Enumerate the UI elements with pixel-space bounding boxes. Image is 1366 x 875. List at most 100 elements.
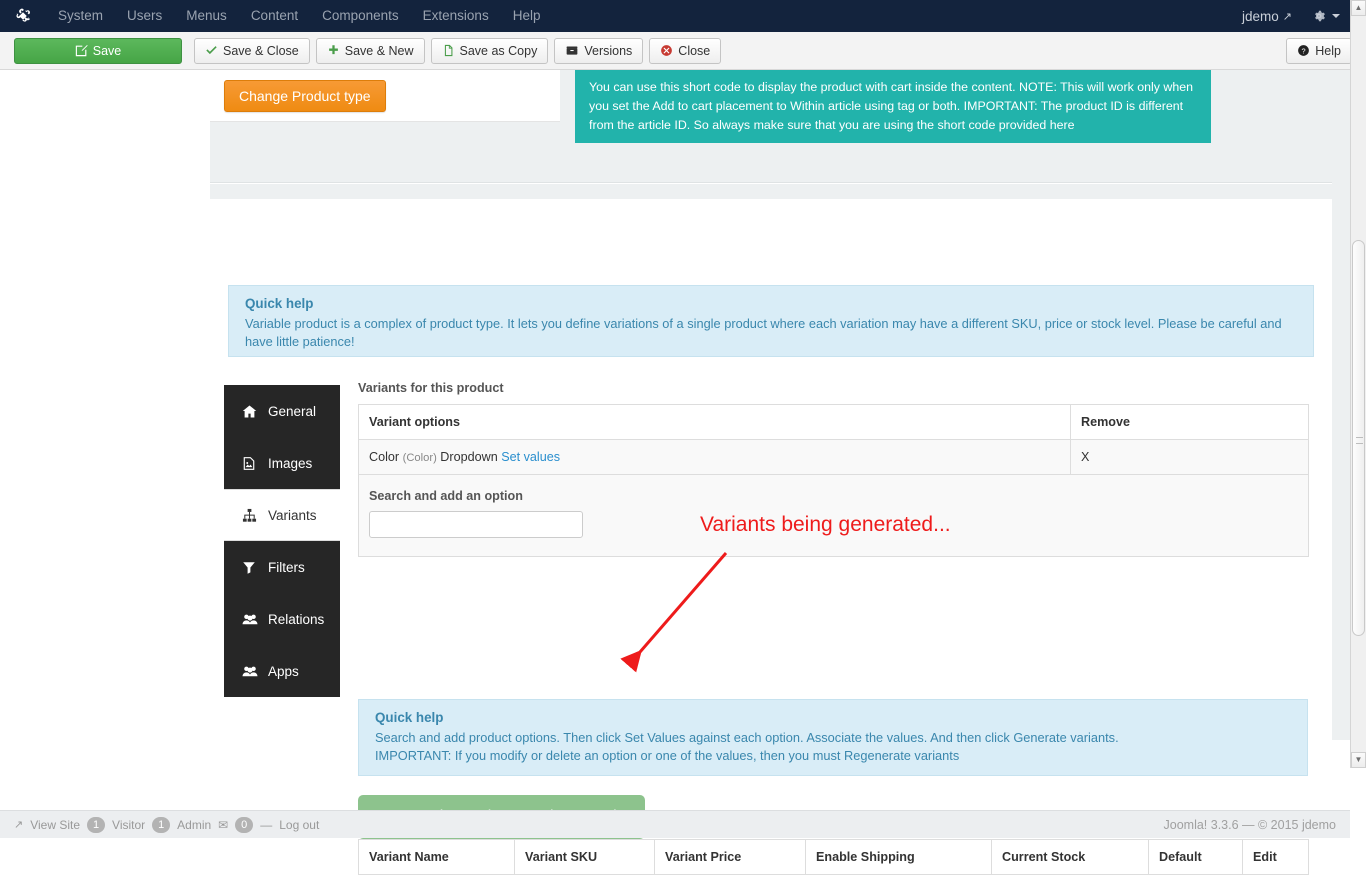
help-button[interactable]: ? Help — [1286, 37, 1352, 64]
close-circle-icon — [660, 44, 673, 57]
sidebar-item-label-variants: Variants — [268, 507, 317, 523]
funnel-icon — [242, 560, 268, 575]
logout-link[interactable]: Log out — [279, 818, 319, 832]
sidebar-item-apps[interactable]: Apps — [224, 645, 340, 697]
vertical-scrollbar[interactable]: ▲ ▼ — [1350, 0, 1366, 768]
top-navigation-right: jdemo ↗︎ — [1242, 9, 1366, 24]
visitor-label: Visitor — [112, 817, 146, 832]
nav-item-extensions[interactable]: Extensions — [411, 0, 501, 32]
sidebar-item-label-filters: Filters — [268, 559, 305, 575]
column-header-variant-options: Variant options — [358, 404, 1071, 440]
save-button[interactable]: Save — [14, 37, 182, 64]
table-header-row: Variant options Remove — [358, 404, 1309, 440]
visitor-count-badge: 1 — [87, 816, 106, 833]
nav-item-users[interactable]: Users — [115, 0, 174, 32]
annotation-label: Variants being generated... — [700, 513, 951, 536]
column-header-variant-price: Variant Price — [654, 839, 806, 875]
scrollbar-thumb[interactable] — [1352, 240, 1365, 636]
dash-separator: — — [260, 817, 273, 832]
quick-help-generate-variants: Quick help Search and add product option… — [358, 699, 1308, 776]
sidebar-item-general[interactable]: General — [224, 385, 340, 437]
nav-item-content[interactable]: Content — [239, 0, 310, 32]
admin-count-badge: 1 — [152, 816, 171, 833]
message-count-badge: 0 — [235, 816, 254, 833]
sitemap-icon — [242, 508, 268, 523]
chevron-down-icon — [1332, 14, 1340, 18]
search-option-input[interactable] — [369, 511, 583, 538]
quick-help-title: Quick help — [245, 296, 314, 311]
column-header-current-stock: Current Stock — [991, 839, 1149, 875]
save-and-close-label: Save & Close — [223, 43, 299, 58]
variants-results-table-wrap: Variant Name Variant SKU Variant Price E… — [358, 839, 1309, 875]
nav-item-system[interactable]: System — [46, 0, 115, 32]
view-site-link[interactable]: View Site — [30, 818, 80, 832]
quick-help-body: Variable product is a complex of product… — [245, 316, 1282, 349]
column-header-default: Default — [1148, 839, 1243, 875]
change-product-type-button[interactable]: Change Product type — [224, 80, 386, 112]
option-name: Color — [369, 450, 400, 464]
sidebar-item-filters[interactable]: Filters — [224, 541, 340, 593]
quick-help-variable-product: Quick help Variable product is a complex… — [228, 285, 1314, 357]
save-as-copy-label: Save as Copy — [459, 43, 538, 58]
sidebar-item-images[interactable]: Images — [224, 437, 340, 489]
copy-icon — [442, 44, 455, 57]
sidebar-item-label-apps: Apps — [268, 663, 299, 679]
sidebar-item-label-relations: Relations — [268, 611, 325, 627]
save-as-copy-button[interactable]: Save as Copy — [430, 37, 549, 64]
column-header-edit: Edit — [1242, 839, 1309, 875]
variants-heading: Variants for this product — [358, 381, 504, 395]
save-pencil-icon — [75, 44, 88, 57]
table-header-row: Variant Name Variant SKU Variant Price E… — [358, 839, 1309, 875]
sidebar-item-label-general: General — [268, 403, 317, 419]
admin-label: Admin — [177, 817, 212, 832]
save-and-close-button[interactable]: Save & Close — [194, 37, 310, 64]
section-divider — [210, 182, 1332, 184]
nav-item-components[interactable]: Components — [310, 0, 411, 32]
versions-label: Versions — [584, 43, 633, 58]
scrollbar-grip-icon — [1356, 437, 1363, 444]
column-header-remove: Remove — [1070, 404, 1309, 440]
close-button-label: Close — [678, 43, 711, 58]
external-link-icon: ↗︎ — [14, 819, 24, 831]
home-icon — [242, 404, 268, 419]
save-and-new-label: Save & New — [344, 43, 414, 58]
chevron-up-icon: ▲ — [1354, 3, 1363, 12]
column-header-variant-name: Variant Name — [358, 839, 515, 875]
envelope-icon[interactable]: ✉︎ — [218, 818, 228, 832]
image-file-icon — [242, 456, 268, 471]
archive-box-icon — [565, 44, 579, 57]
joomla-logo-icon[interactable] — [0, 7, 46, 25]
search-option-label: Search and add an option — [369, 489, 523, 503]
nav-item-help[interactable]: Help — [501, 0, 553, 32]
scroll-down-button[interactable]: ▼ — [1351, 752, 1366, 768]
versions-button[interactable]: Versions — [554, 37, 644, 64]
gear-icon — [1315, 10, 1325, 22]
checkmark-icon — [205, 44, 218, 57]
save-button-label: Save — [92, 43, 122, 58]
option-type: Dropdown — [440, 450, 498, 464]
nav-item-menus[interactable]: Menus — [174, 0, 239, 32]
table-row: Color (Color) Dropdown Set values X — [358, 439, 1309, 475]
close-button[interactable]: Close — [649, 37, 722, 64]
shortcode-note-box: You can use this short code to display t… — [575, 70, 1211, 143]
save-and-new-button[interactable]: Save & New — [315, 37, 425, 64]
remove-option-cell[interactable]: X — [1070, 439, 1309, 475]
sidebar-item-label-images: Images — [268, 455, 313, 471]
column-header-variant-sku: Variant SKU — [514, 839, 655, 875]
plus-icon — [327, 44, 340, 57]
content-column: Change Product type You can use this sho… — [210, 70, 1350, 875]
sidebar-item-variants[interactable]: Variants — [224, 489, 340, 541]
svg-text:?: ? — [1302, 46, 1306, 55]
quick-help-2-line2: IMPORTANT: If you modify or delete an op… — [375, 748, 960, 763]
quick-help-2-line1: Search and add product options. Then cli… — [375, 730, 1119, 745]
copyright-label: Joomla! 3.3.6 — © 2015 jdemo — [1163, 817, 1337, 832]
set-values-link[interactable]: Set values — [501, 450, 560, 464]
status-bar: ↗︎ View Site 1 Visitor 1 Admin ✉︎ 0 — Lo… — [0, 810, 1350, 838]
external-link-icon[interactable]: ↗︎ — [1283, 10, 1312, 23]
scroll-up-button[interactable]: ▲ — [1351, 0, 1366, 16]
help-circle-icon: ? — [1297, 44, 1310, 57]
sidebar-item-relations[interactable]: Relations — [224, 593, 340, 645]
current-user-label[interactable]: jdemo — [1242, 9, 1283, 24]
help-button-label: Help — [1315, 43, 1341, 58]
quick-help-2-title: Quick help — [375, 710, 444, 725]
